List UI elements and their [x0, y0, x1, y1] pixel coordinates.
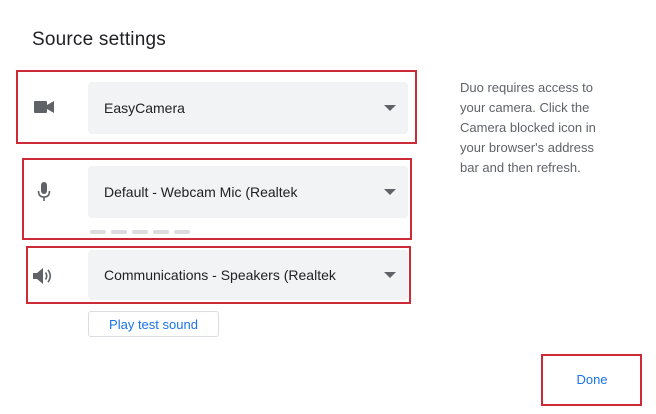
info-line: your camera. Click the: [460, 100, 590, 115]
dialog-title: Source settings: [32, 29, 166, 50]
speaker-select[interactable]: Communications - Speakers (Realtek: [88, 250, 408, 300]
camera-access-info: Duo requires access to your camera. Clic…: [460, 78, 630, 178]
speaker-select-value: Communications - Speakers (Realtek: [104, 267, 336, 283]
play-test-sound-button[interactable]: Play test sound: [88, 311, 219, 337]
mic-icon: [32, 180, 56, 204]
videocam-icon: [32, 95, 56, 119]
microphone-select-value: Default - Webcam Mic (Realtek: [104, 184, 298, 200]
mic-level-segment: [174, 230, 190, 234]
mic-level-segment: [111, 230, 127, 234]
chevron-down-icon: [384, 272, 396, 278]
chevron-down-icon: [384, 105, 396, 111]
source-settings-dialog: Source settings EasyCamera Default - Web…: [0, 0, 656, 414]
chevron-down-icon: [384, 189, 396, 195]
mic-level-segment: [153, 230, 169, 234]
info-line: Duo requires access to: [460, 80, 593, 95]
camera-select[interactable]: EasyCamera: [88, 82, 408, 134]
microphone-select[interactable]: Default - Webcam Mic (Realtek: [88, 166, 408, 218]
mic-level-segment: [90, 230, 106, 234]
info-line: bar and then refresh.: [460, 160, 581, 175]
volume-icon: [32, 264, 56, 288]
mic-level-meter: [90, 230, 190, 234]
info-line: Camera blocked icon in: [460, 120, 596, 135]
mic-level-segment: [132, 230, 148, 234]
camera-select-value: EasyCamera: [104, 100, 185, 116]
done-button[interactable]: Done: [550, 372, 634, 387]
info-line: your browser's address: [460, 140, 594, 155]
